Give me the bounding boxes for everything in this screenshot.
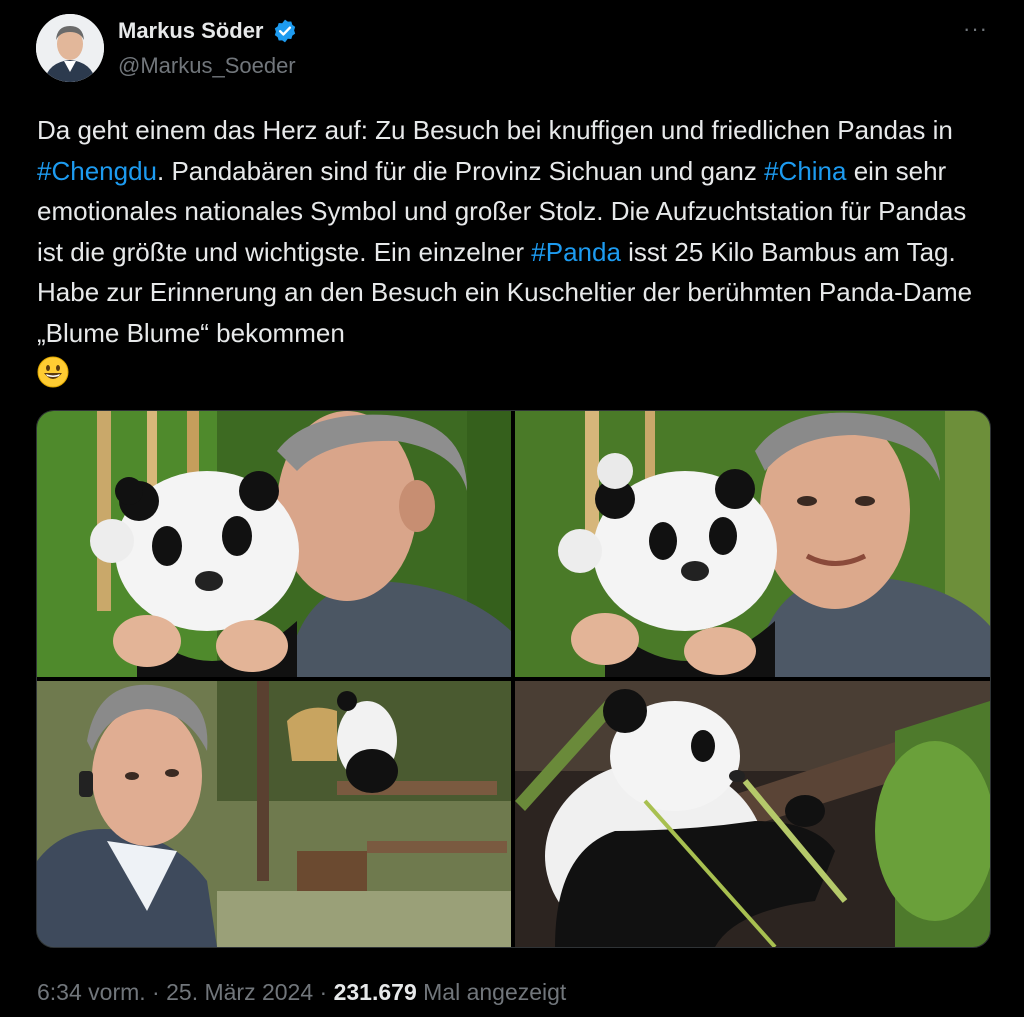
photo-panda-enclosure[interactable] <box>37 681 511 947</box>
photo-panda-eating-bamboo[interactable] <box>515 681 990 947</box>
hashtag-china[interactable]: #China <box>764 156 846 186</box>
grinning-face-emoji <box>37 356 69 388</box>
photo-smiling-with-panda-plush[interactable] <box>515 411 990 677</box>
media-grid <box>36 410 991 948</box>
author-avatar[interactable] <box>36 14 104 82</box>
verified-badge-icon[interactable] <box>272 18 298 44</box>
hashtag-panda[interactable]: #Panda <box>531 237 621 267</box>
tweet-text-part: . Pandabären sind für die Provinz Sichua… <box>157 155 765 186</box>
tweet-metadata: 6:34 vorm. · 25. März 2024 · 231.679 Mal… <box>37 979 566 1006</box>
tweet-text-part: Da geht einem das Herz auf: Zu Besuch be… <box>37 115 953 145</box>
author-name[interactable]: Markus Söder <box>118 18 298 44</box>
view-count-label: Mal angezeigt <box>416 979 567 1005</box>
tweet-text: Da geht einem das Herz auf: Zu Besuch be… <box>37 110 997 394</box>
author-handle[interactable]: @Markus_Soeder <box>118 53 296 79</box>
photo-kissing-panda-plush[interactable] <box>37 411 511 677</box>
more-options-icon[interactable]: ··· <box>963 16 988 42</box>
view-count: 231.679 <box>333 979 417 1005</box>
meta-separator: · <box>313 979 334 1005</box>
tweet-time[interactable]: 6:34 vorm. <box>37 979 146 1005</box>
tweet-date[interactable]: 25. März 2024 <box>166 979 313 1005</box>
author-name-text[interactable]: Markus Söder <box>118 18 264 44</box>
hashtag-chengdu[interactable]: #Chengdu <box>37 156 157 186</box>
meta-separator: · <box>145 979 167 1005</box>
